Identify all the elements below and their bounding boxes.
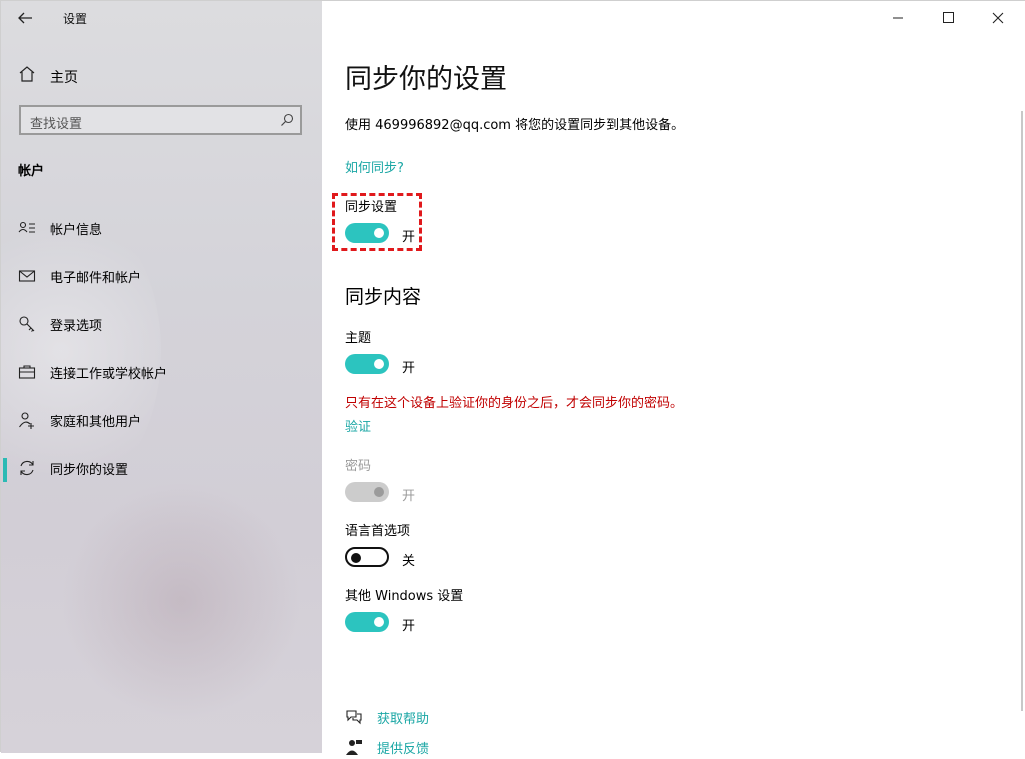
verify-link[interactable]: 验证 xyxy=(345,416,371,435)
minimize-icon xyxy=(893,17,903,19)
page-title: 同步你的设置 xyxy=(345,64,507,95)
feedback-person-icon xyxy=(346,740,362,755)
sidebar: 设置 主页 查找设置 帐户 帐户信息 电子邮件和帐户 登录选项 连接工作或学校帐… xyxy=(1,1,322,753)
scrollbar[interactable] xyxy=(1021,111,1023,711)
sidebar-item-label: 同步你的设置 xyxy=(50,463,129,478)
back-arrow-icon xyxy=(18,12,32,24)
sync-icon xyxy=(20,460,34,476)
get-help-label: 获取帮助 xyxy=(377,712,430,727)
minimize-button[interactable] xyxy=(875,1,921,35)
get-help-link[interactable]: 获取帮助 xyxy=(345,705,545,729)
sync-content-heading: 同步内容 xyxy=(345,286,422,308)
toggle-knob xyxy=(374,617,384,627)
sync-settings-toggle[interactable] xyxy=(345,223,389,243)
sidebar-item-email[interactable]: 电子邮件和帐户 xyxy=(1,255,322,303)
search-icon[interactable] xyxy=(280,113,294,127)
sidebar-item-label: 家庭和其他用户 xyxy=(50,415,142,430)
sidebar-item-label: 帐户信息 xyxy=(50,223,103,238)
feedback-link[interactable]: 提供反馈 xyxy=(345,735,545,759)
close-button[interactable] xyxy=(975,1,1021,35)
back-button[interactable] xyxy=(13,6,37,30)
section-heading: 帐户 xyxy=(18,164,45,179)
title-bar: 设置 xyxy=(1,1,322,35)
app-title: 设置 xyxy=(63,12,88,26)
feedback-label: 提供反馈 xyxy=(377,742,430,757)
person-add-icon xyxy=(19,412,34,429)
sync-settings-state: 开 xyxy=(402,230,416,245)
theme-state: 开 xyxy=(402,361,416,376)
language-toggle[interactable] xyxy=(345,547,389,567)
key-icon xyxy=(19,316,35,332)
toggle-knob xyxy=(374,228,384,238)
home-label: 主页 xyxy=(50,70,78,86)
password-state: 开 xyxy=(402,489,416,504)
sidebar-item-home[interactable]: 主页 xyxy=(1,59,322,91)
other-settings-toggle[interactable] xyxy=(345,612,389,632)
briefcase-icon xyxy=(18,365,36,379)
language-state: 关 xyxy=(402,554,416,569)
close-icon xyxy=(992,12,1004,24)
password-label: 密码 xyxy=(345,459,372,474)
language-label: 语言首选项 xyxy=(345,524,411,539)
sidebar-item-family[interactable]: 家庭和其他用户 xyxy=(1,399,322,447)
sync-description: 使用 469996892@qq.com 将您的设置同步到其他设备。 xyxy=(345,118,685,133)
sync-settings-label: 同步设置 xyxy=(345,200,398,215)
search-placeholder: 查找设置 xyxy=(30,117,83,132)
password-warning: 只有在这个设备上验证你的身份之后，才会同步你的密码。 xyxy=(345,396,684,411)
sidebar-item-label: 连接工作或学校帐户 xyxy=(50,367,168,382)
toggle-knob xyxy=(374,359,384,369)
how-sync-link[interactable]: 如何同步? xyxy=(345,157,404,176)
other-settings-label: 其他 Windows 设置 xyxy=(345,589,464,604)
settings-window: 设置 主页 查找设置 帐户 帐户信息 电子邮件和帐户 登录选项 连接工作或学校帐… xyxy=(0,0,1025,757)
maximize-button[interactable] xyxy=(925,1,971,35)
help-chat-icon xyxy=(346,710,362,725)
mail-icon xyxy=(18,270,36,282)
home-icon xyxy=(19,66,35,82)
sidebar-nav: 帐户信息 电子邮件和帐户 登录选项 连接工作或学校帐户 家庭和其他用户 同步你的… xyxy=(1,207,322,495)
sidebar-item-sync[interactable]: 同步你的设置 xyxy=(1,447,322,495)
sidebar-item-account-info[interactable]: 帐户信息 xyxy=(1,207,322,255)
sidebar-item-sign-in-options[interactable]: 登录选项 xyxy=(1,303,322,351)
sidebar-item-label: 电子邮件和帐户 xyxy=(50,271,142,286)
theme-label: 主题 xyxy=(345,331,372,346)
maximize-icon xyxy=(943,12,954,23)
search-input[interactable]: 查找设置 xyxy=(19,105,302,135)
theme-toggle[interactable] xyxy=(345,354,389,374)
sidebar-item-label: 登录选项 xyxy=(50,319,103,334)
account-info-icon xyxy=(18,221,35,233)
window-controls xyxy=(875,1,1025,35)
toggle-knob xyxy=(351,553,361,563)
toggle-knob xyxy=(374,487,384,497)
sidebar-item-work-school[interactable]: 连接工作或学校帐户 xyxy=(1,351,322,399)
password-toggle xyxy=(345,482,389,502)
other-settings-state: 开 xyxy=(402,619,416,634)
main-content: 同步你的设置 使用 469996892@qq.com 将您的设置同步到其他设备。… xyxy=(322,1,1025,757)
